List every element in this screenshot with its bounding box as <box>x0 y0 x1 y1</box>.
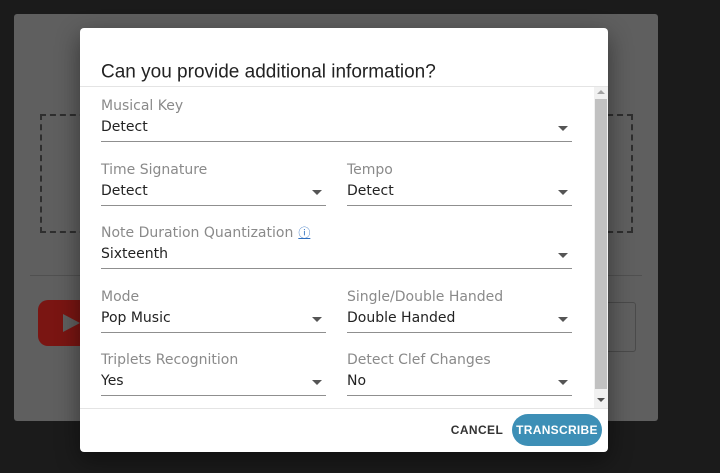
musical-key-value: Detect <box>101 119 148 135</box>
note-duration-label: Note Duration Quantization <box>101 225 294 241</box>
time-signature-value: Detect <box>101 183 148 199</box>
chevron-down-icon[interactable] <box>558 317 568 322</box>
chevron-down-icon[interactable] <box>558 253 568 258</box>
info-icon[interactable]: ⓘ <box>298 225 310 242</box>
musical-key-label: Musical Key <box>101 98 184 114</box>
footer-divider <box>80 408 608 409</box>
scroll-down-arrow-icon[interactable] <box>597 398 605 402</box>
additional-info-dialog: Can you provide additional information? … <box>80 28 608 452</box>
dialog-scrollbar[interactable] <box>594 87 608 408</box>
mode-value: Pop Music <box>101 310 171 326</box>
mode-label: Mode <box>101 289 140 305</box>
chevron-down-icon[interactable] <box>558 126 568 131</box>
clef-changes-value: No <box>347 373 367 389</box>
handed-label: Single/Double Handed <box>347 289 504 305</box>
field-underline <box>101 332 326 333</box>
field-underline <box>101 395 326 396</box>
field-underline <box>101 141 572 142</box>
field-underline <box>347 395 572 396</box>
triplets-label: Triplets Recognition <box>101 352 239 368</box>
tempo-value: Detect <box>347 183 394 199</box>
title-divider <box>80 86 608 87</box>
time-signature-label: Time Signature <box>101 162 208 178</box>
tempo-label: Tempo <box>347 162 393 178</box>
chevron-down-icon[interactable] <box>558 380 568 385</box>
cancel-button[interactable]: CANCEL <box>446 419 508 441</box>
chevron-down-icon[interactable] <box>558 190 568 195</box>
field-underline <box>347 332 572 333</box>
field-underline <box>101 268 572 269</box>
chevron-down-icon[interactable] <box>312 380 322 385</box>
transcribe-button[interactable]: TRANSCRIBE <box>512 414 602 446</box>
handed-value: Double Handed <box>347 310 456 326</box>
scrollbar-thumb[interactable] <box>595 99 607 389</box>
note-duration-label-wrap: Note Duration Quantization ⓘ <box>101 225 310 242</box>
chevron-down-icon[interactable] <box>312 190 322 195</box>
clef-changes-label: Detect Clef Changes <box>347 352 491 368</box>
field-underline <box>347 205 572 206</box>
scroll-up-arrow-icon[interactable] <box>597 90 605 94</box>
triplets-value: Yes <box>101 373 124 389</box>
field-underline <box>101 205 326 206</box>
chevron-down-icon[interactable] <box>312 317 322 322</box>
dialog-title: Can you provide additional information? <box>101 61 436 83</box>
note-duration-value: Sixteenth <box>101 246 169 262</box>
